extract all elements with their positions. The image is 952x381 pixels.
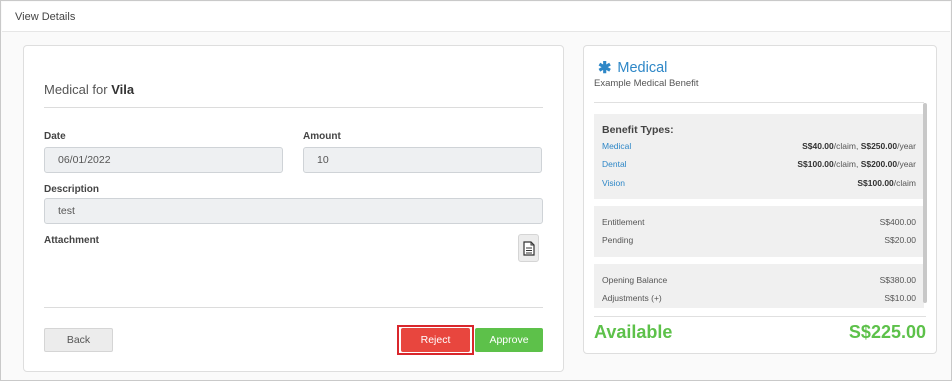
benefit-type-limits: S$100.00/claim, S$200.00/year — [797, 159, 916, 169]
approve-button[interactable]: Approve — [475, 328, 543, 352]
adjustments-label: Adjustments (+) — [602, 293, 662, 303]
back-button[interactable]: Back — [44, 328, 113, 352]
benefit-type-row: Medical S$40.00/claim, S$250.00/year — [602, 141, 916, 151]
opening-balance-value: S$380.00 — [879, 275, 916, 285]
benefit-type-row: Vision S$100.00/claim — [602, 178, 916, 188]
adjustments-row: Adjustments (+) S$10.00 — [602, 293, 916, 303]
available-row: Available S$225.00 — [594, 322, 926, 343]
opening-balance-row: Opening Balance S$380.00 — [602, 275, 916, 285]
entitlement-row: Entitlement S$400.00 — [602, 217, 916, 227]
entitlement-label: Entitlement — [602, 217, 645, 227]
employee-name: Vila — [111, 82, 135, 97]
pending-label: Pending — [602, 235, 634, 245]
available-value: S$225.00 — [848, 322, 926, 342]
date-field[interactable]: 06/01/2022 — [44, 147, 283, 173]
reject-button[interactable]: Reject — [401, 328, 470, 352]
window: View Details Medical for Vila Date 06/01… — [0, 0, 952, 381]
balance-panel: Opening Balance S$380.00 Adjustments (+)… — [594, 264, 924, 308]
benefit-subtitle: Example Medical Benefit — [594, 78, 699, 89]
benefit-type-limits: S$40.00/claim, S$250.00/year — [802, 141, 916, 151]
benefit-header: ✱ Medical — [598, 58, 667, 78]
benefit-type-name[interactable]: Vision — [602, 178, 625, 188]
date-label: Date — [44, 131, 66, 142]
adjustments-value: S$10.00 — [884, 293, 916, 303]
pending-row: Pending S$20.00 — [602, 235, 916, 245]
amount-label: Amount — [303, 131, 341, 142]
header-bar: View Details — [2, 2, 950, 32]
form-title: Medical for Vila — [44, 82, 134, 97]
divider — [44, 307, 543, 308]
benefit-types-panel: Benefit Types: Medical S$40.00/claim, S$… — [594, 114, 924, 199]
claim-details-card: Medical for Vila Date 06/01/2022 Amount … — [23, 45, 564, 372]
document-icon — [522, 240, 535, 256]
pending-value: S$20.00 — [884, 235, 916, 245]
entitlement-panel: Entitlement S$400.00 Pending S$20.00 — [594, 206, 924, 257]
attachment-button[interactable] — [518, 234, 539, 262]
benefit-title: Medical — [617, 60, 668, 76]
form-title-prefix: Medical for — [44, 82, 112, 97]
amount-field[interactable]: 10 — [303, 147, 542, 173]
opening-balance-label: Opening Balance — [602, 275, 668, 285]
benefit-types-title: Benefit Types: — [602, 124, 674, 136]
benefit-type-name[interactable]: Dental — [602, 159, 627, 169]
benefit-summary-card: ✱ Medical Example Medical Benefit Benefi… — [583, 45, 937, 354]
benefit-type-row: Dental S$100.00/claim, S$200.00/year — [602, 159, 916, 169]
divider — [594, 102, 924, 103]
asterisk-icon: ✱ — [598, 60, 612, 77]
divider — [594, 316, 926, 317]
scrollbar[interactable] — [923, 103, 927, 303]
description-label: Description — [44, 184, 100, 195]
entitlement-value: S$400.00 — [879, 217, 916, 227]
page-title: View Details — [15, 11, 76, 23]
divider — [44, 107, 543, 108]
available-label: Available — [594, 322, 673, 342]
attachment-label: Attachment — [44, 235, 100, 246]
benefit-type-name[interactable]: Medical — [602, 141, 631, 151]
description-field[interactable]: test — [44, 198, 543, 224]
benefit-type-limits: S$100.00/claim — [857, 178, 916, 188]
